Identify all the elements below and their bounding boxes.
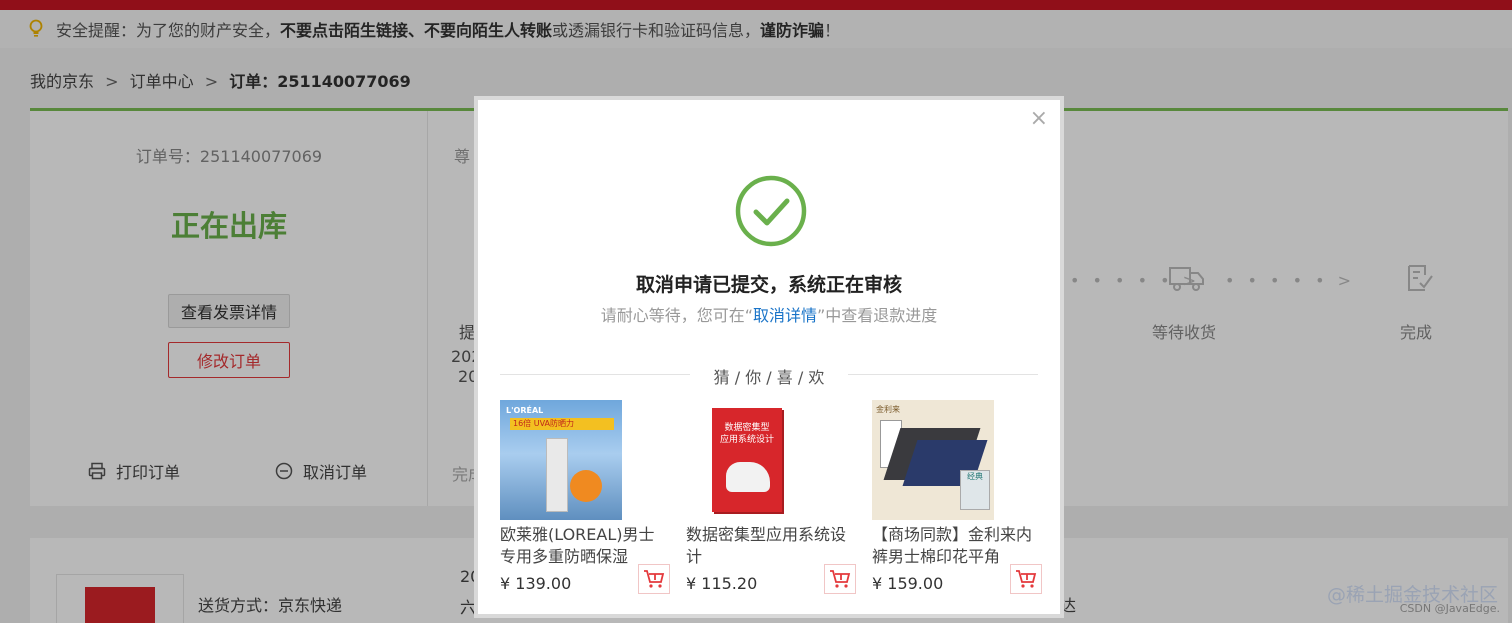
product-image-brand: 金利来 [876,405,900,414]
watermark-csdn: CSDN @JavaEdge. [1399,602,1500,615]
product-card[interactable]: L'ORÉAL 16倍 UVA防晒力 欧莱雅(LOREAL)男士专用多重防晒保湿… [500,400,670,594]
product-name[interactable]: 【商场同款】金利来内裤男士棉印花平角 [872,524,1040,568]
cart-icon [644,570,665,588]
recommend-title: 猜 / 你 / 喜 / 欢 [713,368,825,387]
recommend-header: 猜 / 你 / 喜 / 欢 [500,362,1038,387]
product-name[interactable]: 数据密集型应用系统设计 [686,524,854,568]
sunscreen-bottle [546,438,568,512]
subtitle-suffix: ”中查看退款进度 [817,306,938,325]
book-title-line2: 应用系统设计 [719,435,774,445]
product-name[interactable]: 欧莱雅(LOREAL)男士专用多重防晒保湿 [500,524,668,568]
boar-illustration [726,462,770,492]
orange-badge [570,470,602,502]
cancel-success-dialog: × 取消申请已提交，系统正在审核 请耐心等待，您可在“取消详情”中查看退款进度 … [474,96,1064,618]
package-label: 经典 [960,470,990,510]
product-card[interactable]: 数据密集型 应用系统设计 数据密集型应用系统设计 ¥ 115.20 [686,400,856,594]
product-image-sunscreen[interactable]: L'ORÉAL 16倍 UVA防晒力 [500,400,622,520]
dialog-title: 取消申请已提交，系统正在审核 [635,274,902,296]
product-card[interactable]: 金利来 经典 【商场同款】金利来内裤男士棉印花平角 ¥ 159.00 [872,400,1042,594]
product-image-book[interactable]: 数据密集型 应用系统设计 [686,400,808,520]
success-check-icon [735,175,807,247]
cart-icon [1016,570,1037,588]
product-image-banner: 16倍 UVA防晒力 [510,418,614,430]
add-to-cart-button[interactable] [824,564,856,594]
add-to-cart-button[interactable] [1010,564,1042,594]
dialog-subtitle: 请耐心等待，您可在“取消详情”中查看退款进度 [478,302,1060,326]
add-to-cart-button[interactable] [638,564,670,594]
product-image-underwear[interactable]: 金利来 经典 [872,400,994,520]
subtitle-prefix: 请耐心等待，您可在“ [600,306,753,325]
cancel-details-link[interactable]: 取消详情 [753,306,817,325]
cart-icon [830,570,851,588]
book-cover: 数据密集型 应用系统设计 [712,408,782,512]
divider [848,374,1038,375]
close-icon[interactable]: × [1030,106,1048,131]
product-image-brand: L'ORÉAL [506,406,544,415]
